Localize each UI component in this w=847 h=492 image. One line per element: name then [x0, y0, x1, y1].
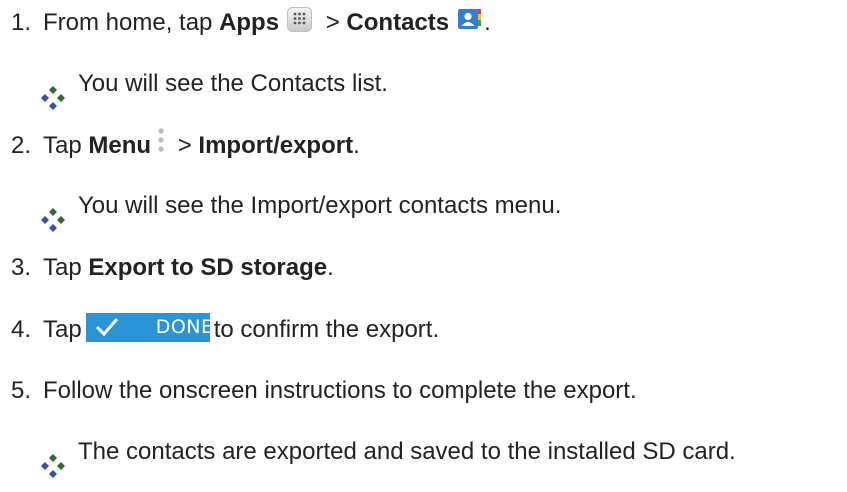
step-text-pre: From home, tap — [43, 9, 220, 36]
step-number: 1. — [11, 9, 32, 36]
step-text-post: . — [484, 9, 491, 36]
menu-label: Menu — [88, 132, 152, 159]
done-button-label: DONE — [155, 316, 214, 338]
step-number: 4. — [11, 316, 32, 343]
diamond-bullet-icon — [40, 207, 66, 233]
result-text: You will see the Import/export contacts … — [78, 192, 562, 219]
result-text: The contacts are exported and saved to t… — [78, 438, 736, 465]
diamond-bullet-icon — [40, 85, 66, 111]
step-text-post: to confirm the export. — [213, 316, 440, 343]
check-icon — [94, 316, 120, 338]
result-text: You will see the Contacts list. — [78, 70, 388, 97]
import-export-label: Import/export — [198, 132, 354, 159]
step-text-post: . — [327, 254, 334, 281]
export-to-sd-label: Export to SD storage — [88, 254, 328, 281]
step-text: Tap Export to SD storage . — [43, 253, 334, 283]
diamond-bullet-icon — [40, 453, 66, 479]
done-button[interactable]: DONE — [85, 312, 213, 342]
step-number: 5. — [11, 377, 32, 404]
step-text: From home, tap Apps > Contacts . — [43, 6, 491, 38]
overflow-menu-icon — [156, 127, 166, 159]
step-text-pre: Tap — [43, 132, 89, 159]
contacts-label: Contacts — [346, 9, 450, 36]
contacts-app-icon — [457, 6, 483, 32]
apps-label: Apps — [219, 9, 280, 36]
apps-grid-icon — [287, 6, 313, 32]
step-text-post: . — [353, 132, 360, 159]
step-number: 3. — [11, 254, 32, 281]
step-text-sep: > — [171, 132, 199, 159]
step-text-sep: > — [319, 9, 347, 36]
step-text: Tap Menu > Import/export . — [43, 127, 360, 162]
step-text: Tap DONE to confirm the export. — [43, 312, 440, 345]
step-text-pre: Tap — [43, 254, 89, 281]
step-number: 2. — [11, 132, 32, 159]
step-text: Follow the onscreen instructions to comp… — [43, 377, 637, 404]
step-text-pre: Tap — [43, 316, 82, 343]
